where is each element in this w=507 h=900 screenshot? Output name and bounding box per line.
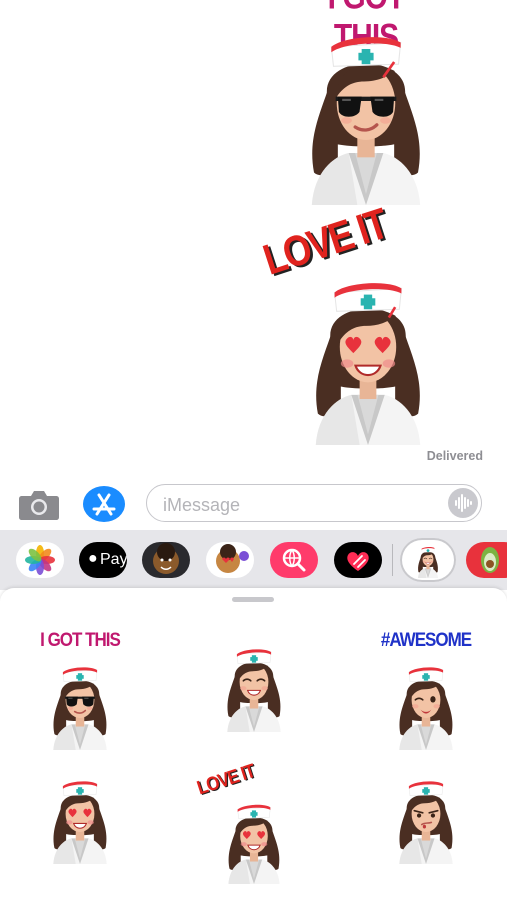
message-input[interactable] (161, 493, 435, 517)
conversation-area[interactable]: I GOT THIS LOVE IT Delivered (0, 0, 507, 470)
memoji-face-icon (153, 543, 179, 574)
apple-pay-button[interactable]: ● Pay (79, 542, 127, 578)
sticker-caption: #AWESOME (380, 628, 472, 651)
waveform-icon (455, 494, 472, 512)
compose-bar (0, 478, 507, 530)
memoji-button[interactable] (142, 542, 190, 578)
nurse-sunglasses-image (296, 10, 436, 205)
digital-touch-button[interactable] (334, 542, 382, 578)
audio-message-button[interactable] (448, 488, 478, 518)
nurse-smirk-image (392, 768, 460, 864)
nurse-app-icon (416, 542, 440, 578)
sticker-caption: I GOT THIS (40, 628, 121, 651)
nurse-sunglasses-image (46, 654, 114, 750)
drawer-sticker-heart-eyes[interactable] (20, 760, 140, 880)
nurse-heart-eyes-image (46, 768, 114, 864)
nurse-heart-eyes-image (298, 257, 438, 445)
drawer-grabber[interactable] (232, 597, 274, 602)
globe-search-icon (282, 548, 306, 572)
app-store-button[interactable] (82, 485, 126, 523)
nurse-smile-image (220, 636, 288, 732)
sent-sticker-love-it[interactable]: LOVE IT (257, 199, 438, 445)
photos-app-button[interactable] (16, 542, 64, 578)
apple-pay-label: Pay (100, 551, 127, 568)
images-search-button[interactable] (270, 542, 318, 578)
drawer-sticker-smirk[interactable] (366, 760, 486, 880)
drawer-sticker-awesome[interactable]: #AWESOME (366, 628, 486, 750)
memoji-stickers-button[interactable] (206, 542, 254, 578)
app-store-icon (83, 486, 125, 522)
drawer-sticker-smile[interactable] (194, 630, 314, 750)
app-drawer-strip[interactable]: ● Pay (0, 530, 507, 590)
apple-icon: ● (88, 550, 98, 567)
message-field[interactable] (146, 484, 482, 522)
nurse-stickers-app-button[interactable] (400, 538, 456, 582)
camera-icon (19, 491, 59, 520)
photos-icon (25, 545, 55, 575)
camera-button[interactable] (18, 486, 60, 522)
sent-sticker-i-got-this[interactable]: I GOT THIS (296, 0, 436, 205)
strip-divider (392, 544, 393, 576)
delivered-status: Delivered (426, 449, 483, 463)
memoji-stickers-icon (216, 544, 249, 573)
heart-icon (347, 552, 369, 571)
nurse-wink-image (392, 654, 460, 750)
sticker-drawer[interactable]: I GOT THIS #AWESOME LOVE IT (0, 588, 507, 900)
nurse-heart-eyes-image (222, 792, 286, 884)
drawer-sticker-i-got-this[interactable]: I GOT THIS (20, 628, 140, 750)
drawer-sticker-love-it[interactable]: LOVE IT (194, 760, 314, 880)
avocado-stickers-button[interactable] (466, 542, 507, 578)
avocado-icon (481, 547, 499, 573)
